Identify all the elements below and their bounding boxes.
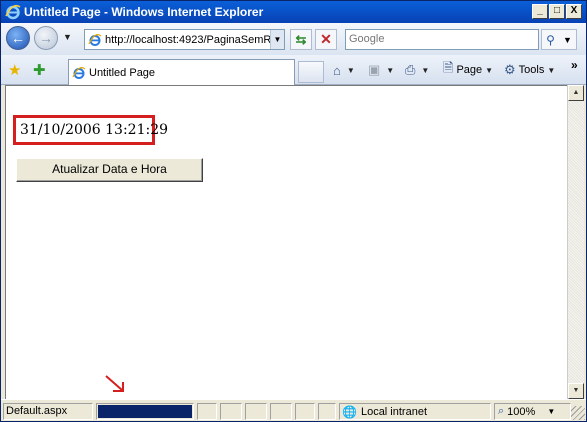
status-bar: Default.aspx 🌐 Local intranet ⌕ 100% ▼: [1, 399, 586, 421]
feeds-dropdown-icon[interactable]: ▼: [386, 66, 394, 75]
refresh-icon: ⇆: [295, 31, 307, 47]
url-text: http://localhost:4923/PaginaSemR: [105, 33, 270, 46]
page-content: 31/10/2006 13:21:29 Atualizar Data e Hor…: [5, 85, 567, 399]
close-icon: X: [570, 5, 578, 16]
window-title: Untitled Page - Windows Internet Explore…: [24, 5, 264, 19]
more-commands-chevron-icon[interactable]: »: [571, 58, 578, 72]
refresh-button[interactable]: ⇆: [290, 29, 312, 50]
security-zone[interactable]: 🌐 Local intranet: [339, 403, 491, 420]
address-bar[interactable]: http://localhost:4923/PaginaSemR ▼: [84, 29, 285, 50]
zoom-dropdown-icon[interactable]: ▼: [547, 407, 555, 416]
globe-icon: 🌐: [342, 404, 357, 419]
status-text: Default.aspx: [3, 403, 93, 420]
status-pane: [295, 403, 315, 420]
page-icon: 🗎: [443, 60, 454, 75]
zoom-control[interactable]: ⌕ 100% ▼: [494, 403, 571, 420]
status-pane: [318, 403, 336, 420]
tools-dropdown-icon: ▼: [547, 65, 556, 75]
search-button[interactable]: ⚲ ▼: [541, 29, 577, 50]
home-button[interactable]: ⌂ ▼: [333, 62, 355, 78]
home-dropdown-icon[interactable]: ▼: [347, 66, 355, 75]
vertical-scrollbar[interactable]: ▲ ▼: [567, 85, 584, 399]
zoom-label: 100%: [507, 405, 536, 418]
minimize-icon: _: [537, 5, 543, 16]
tools-menu-label: Tools: [518, 64, 545, 76]
update-datetime-button[interactable]: Atualizar Data e Hora: [16, 158, 203, 182]
ie-logo-icon: [5, 4, 21, 20]
ie-tab-icon: [72, 66, 86, 79]
scroll-down-arrow-icon: ▼: [572, 387, 580, 394]
add-favorites-icon[interactable]: ✚: [33, 61, 46, 79]
stop-button[interactable]: ✕: [315, 29, 337, 50]
feeds-button[interactable]: ▣ ▼: [368, 62, 394, 78]
print-button[interactable]: ⎙ ▼: [405, 62, 429, 78]
zone-label: Local intranet: [360, 405, 427, 418]
zoom-icon: ⌕: [498, 405, 505, 417]
scroll-up-arrow-icon: ▲: [572, 89, 580, 96]
scroll-up-button[interactable]: ▲: [568, 85, 584, 101]
printer-icon: ⎙: [405, 62, 416, 77]
tab-untitled-page[interactable]: Untitled Page: [68, 59, 295, 85]
tab-label: Untitled Page: [89, 66, 156, 79]
search-options-dropdown-icon[interactable]: ▼: [563, 35, 572, 45]
new-tab-button[interactable]: [298, 61, 324, 83]
feeds-icon: ▣: [368, 62, 381, 77]
gear-icon: ⚙: [504, 62, 516, 77]
datetime-label: 31/10/2006 13:21:29: [13, 115, 168, 145]
page-menu-label: Page: [456, 64, 483, 76]
status-pane: [245, 403, 267, 420]
status-pane: [270, 403, 292, 420]
status-pane: [220, 403, 242, 420]
home-icon: ⌂: [333, 62, 341, 78]
maximize-button[interactable]: □: [549, 4, 565, 19]
recent-pages-dropdown-icon[interactable]: ▼: [63, 32, 72, 42]
scroll-down-button[interactable]: ▼: [568, 383, 584, 399]
search-input[interactable]: Google: [345, 29, 539, 50]
page-menu-button[interactable]: 🗎 Page ▼: [443, 60, 494, 78]
forward-button[interactable]: →: [34, 26, 58, 50]
close-button[interactable]: X: [566, 4, 582, 19]
resize-grip-icon[interactable]: [571, 406, 585, 420]
back-arrow-icon: ←: [11, 30, 25, 46]
ie-page-icon: [88, 33, 102, 46]
favorites-star-icon[interactable]: ★: [8, 61, 21, 79]
page-dropdown-icon: ▼: [485, 65, 494, 75]
annotation-arrow-icon: [105, 375, 124, 392]
minimize-button[interactable]: _: [532, 4, 548, 19]
forward-arrow-icon: →: [39, 30, 53, 46]
address-row: ← → ▼ http://localhost:4923/PaginaSemR ▼…: [1, 23, 586, 55]
magnifier-icon: ⚲: [546, 32, 555, 47]
progress-fill: [98, 405, 192, 418]
maximize-icon: □: [553, 5, 561, 16]
address-dropdown-icon[interactable]: ▼: [270, 30, 284, 49]
title-bar: Untitled Page - Windows Internet Explore…: [1, 1, 586, 23]
tools-menu-button[interactable]: ⚙ Tools ▼: [504, 62, 555, 78]
status-pane: [197, 403, 217, 420]
browser-window: Untitled Page - Windows Internet Explore…: [0, 0, 587, 422]
progress-bar: [96, 403, 194, 420]
command-bar: ★ ✚ Untitled Page ⌂ ▼ ▣ ▼ ⎙ ▼ 🗎 Page ▼ ⚙ Tools…: [1, 55, 586, 85]
print-dropdown-icon[interactable]: ▼: [421, 66, 429, 75]
stop-icon: ✕: [320, 31, 332, 47]
back-button[interactable]: ←: [6, 26, 30, 50]
